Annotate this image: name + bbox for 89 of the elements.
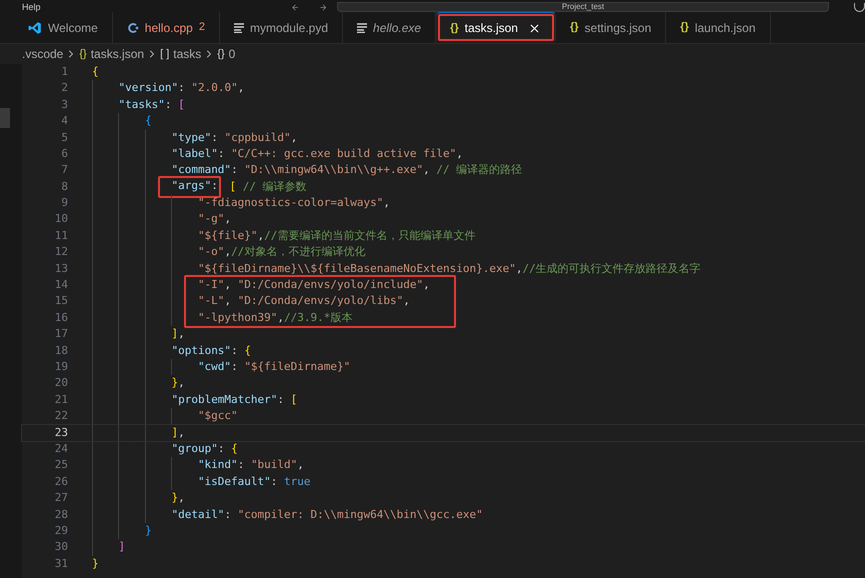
forward-arrow-icon[interactable]: [318, 3, 328, 12]
line-number: 5: [60, 130, 68, 146]
editor-tab[interactable]: {} launch.json: [666, 12, 771, 43]
code-line: "-I", "D:/Conda/envs/yolo/include",: [198, 277, 430, 294]
editor-tab[interactable]: {} settings.json: [556, 12, 666, 43]
breadcrumb-item[interactable]: 0: [228, 45, 236, 63]
line-number: 4: [60, 113, 68, 130]
line-number: 27: [54, 490, 68, 506]
line-number: 15: [54, 293, 68, 310]
code-line: ],: [171, 424, 185, 441]
code-line: "-g",: [198, 211, 232, 228]
line-number: 24: [54, 440, 68, 457]
code-line: ],: [171, 326, 185, 342]
problem-count: 2: [198, 20, 205, 36]
json-file-icon: {}: [450, 20, 459, 36]
line-number: 31: [54, 556, 68, 572]
line-number: 28: [54, 506, 68, 522]
line-number: 21: [54, 392, 68, 408]
line-number: 30: [54, 539, 68, 556]
text-file-icon: [357, 22, 368, 32]
line-number: 8: [60, 178, 68, 195]
cpp-file-icon: [126, 22, 139, 34]
menu-item[interactable]: Help: [22, 3, 41, 12]
code-line: }: [144, 522, 152, 539]
annotation-box: "args":: [158, 176, 221, 198]
code-line: "command": "D:\\mingw64\\bin\\g++.exe", // 编译器的路径: [171, 162, 522, 178]
breadcrumb-item[interactable]: tasks: [173, 45, 202, 63]
text-file-icon: [234, 22, 244, 32]
line-number: 10: [54, 211, 68, 228]
code-line: "label": "C/C++: gcc.exe build active file",: [171, 146, 463, 162]
code-line: "$gcc": [198, 408, 238, 424]
code-line: "type": "cppbuild",: [171, 130, 298, 146]
vscode-logo-icon: [28, 20, 42, 34]
code-line: "${file}",//需要编译的当前文件名，只能编译单文件: [198, 228, 476, 244]
code-line: "cwd": "${fileDirname}": [198, 358, 350, 375]
json-file-icon: {}: [680, 19, 689, 36]
code-text: [ // 编译参数: [228, 178, 307, 195]
line-number: 7: [60, 162, 68, 178]
code-line: "-lpython39",//3.9.*版本: [198, 310, 352, 326]
line-number: 17: [54, 326, 68, 342]
code-line: "problemMatcher": [: [171, 392, 298, 408]
line-number: 1: [60, 64, 68, 80]
editor-tab[interactable]: Welcome: [14, 12, 113, 43]
line-number: 6: [60, 146, 68, 162]
code-line: "${fileDirname}\\${fileBasenameNoExtension}.exe",//生成的可执行文件存放路径及名字: [198, 260, 701, 277]
line-number: 26: [54, 474, 68, 490]
line-number: 13: [54, 260, 68, 277]
code-line: "isDefault": true: [198, 474, 311, 490]
close-icon[interactable]: [528, 22, 541, 34]
code-line: "kind": "build",: [198, 457, 304, 474]
search-field[interactable]: Project_test: [337, 2, 829, 12]
symbol-icon: {}: [79, 46, 87, 62]
code-line: {: [144, 113, 152, 130]
editor-tab[interactable]: hello.cpp 2: [112, 12, 220, 43]
breadcrumb-item[interactable]: .vscode: [22, 45, 64, 63]
editor-tab[interactable]: {} tasks.json: [436, 12, 556, 43]
code-line: "tasks": [: [118, 96, 185, 113]
line-number: 9: [60, 195, 68, 212]
line-number: 29: [54, 522, 68, 539]
line-number: 14: [54, 277, 68, 294]
line-number: 18: [54, 342, 68, 359]
line-number: 16: [54, 310, 68, 326]
line-number: 11: [54, 228, 68, 244]
code-line: "group": {: [171, 440, 238, 457]
editor-tab[interactable]: mymodule.pyd: [220, 12, 344, 43]
line-number: 3: [60, 96, 68, 113]
code-line: "options": {: [171, 342, 251, 359]
line-number: 22: [54, 408, 68, 424]
json-file-icon: {}: [570, 19, 579, 36]
symbol-icon: {}: [217, 46, 225, 62]
activity-indicator: [0, 108, 10, 128]
line-number: 23: [54, 424, 68, 441]
code-line: }: [92, 556, 99, 572]
code-line: "-o",//对象名，不进行编译优化: [198, 244, 366, 260]
code-line: "-L", "D:/Conda/envs/yolo/libs",: [198, 293, 410, 310]
line-number: 2: [60, 80, 68, 96]
line-number: 25: [54, 457, 68, 474]
line-number: 19: [54, 358, 68, 375]
code-line: "version": "2.0.0",: [118, 80, 244, 96]
line-number: 20: [54, 375, 68, 392]
breadcrumb-item[interactable]: tasks.json: [90, 45, 144, 63]
symbol-icon: [ ]: [160, 46, 170, 62]
code-line: {: [92, 64, 99, 80]
code-line: "detail": "compiler: D:\\mingw64\\bin\\gcc.exe": [171, 506, 483, 522]
code-line: },: [171, 490, 185, 506]
line-number: 12: [54, 244, 68, 260]
back-arrow-icon[interactable]: [290, 3, 299, 12]
code-line: },: [171, 375, 185, 392]
code-line: ]: [118, 539, 126, 556]
